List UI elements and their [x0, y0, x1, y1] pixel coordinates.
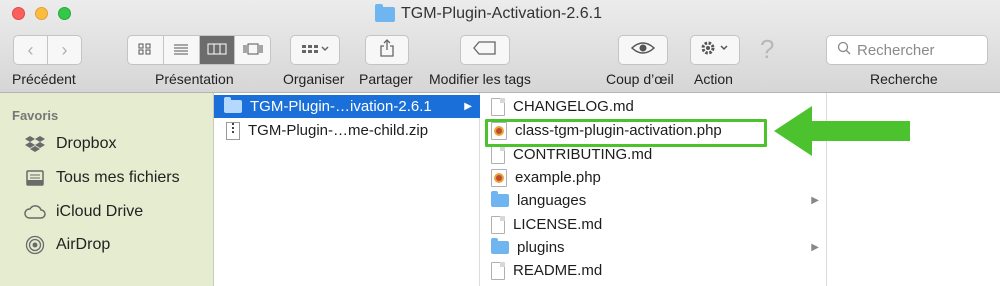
search-label: Recherche: [870, 71, 938, 87]
edit-tags-label: Modifier les tags: [429, 71, 531, 87]
file-name: TGM-Plugin-…me-child.zip: [248, 122, 429, 139]
close-window-button[interactable]: [12, 7, 25, 20]
column-view-button[interactable]: [198, 36, 235, 64]
share-label: Partager: [359, 71, 413, 87]
document-icon: [491, 261, 505, 280]
folder-icon: [491, 191, 509, 207]
sidebar-item-label: AirDrop: [56, 236, 111, 253]
window-title: TGM-Plugin-Activation-2.6.1: [375, 3, 602, 24]
chevron-left-icon: ‹: [27, 39, 34, 60]
eye-icon: [630, 41, 656, 59]
file-name: plugins: [517, 239, 565, 256]
file-name: languages: [517, 192, 587, 209]
browser-column-1: TGM-Plugin-…ivation-2.6.1 ▶ TGM-Plugin-……: [214, 93, 480, 286]
disclosure-arrow-icon: ▶: [811, 195, 819, 206]
folder-icon: [491, 238, 509, 254]
highlight-box: [485, 119, 767, 147]
sidebar-item-label: Dropbox: [56, 135, 117, 152]
search-field[interactable]: [826, 35, 988, 65]
columns-icon: [207, 43, 227, 58]
airdrop-icon: [24, 234, 46, 256]
tag-icon: [473, 41, 497, 59]
sidebar-item-all-files[interactable]: Tous mes fichiers: [24, 165, 180, 191]
help-icon[interactable]: ?: [760, 34, 774, 65]
list-item[interactable]: README.md: [481, 259, 827, 282]
list-item[interactable]: plugins ▶: [481, 236, 827, 259]
all-files-icon: [24, 167, 46, 189]
arrow-left-icon: [774, 106, 910, 156]
gear-icon: [700, 40, 730, 60]
list-item[interactable]: languages ▶: [481, 189, 827, 212]
quick-look-button[interactable]: [618, 35, 668, 65]
minimize-window-button[interactable]: [35, 7, 48, 20]
php-file-icon: [491, 168, 507, 187]
disclosure-arrow-icon: ▶: [811, 242, 819, 253]
cloud-icon: [24, 201, 46, 223]
dropbox-icon: [24, 133, 46, 155]
back-forward-buttons: ‹ ›: [13, 35, 82, 65]
organize-label: Organiser: [283, 71, 345, 87]
folder-icon: [224, 97, 242, 113]
file-name: LICENSE.md: [513, 216, 603, 233]
disclosure-arrow-icon: ▶: [464, 101, 472, 112]
zoom-window-button[interactable]: [58, 7, 71, 20]
view-mode-buttons: [127, 35, 271, 65]
list-item[interactable]: example.php: [481, 166, 827, 189]
gallery-view-button[interactable]: [234, 36, 270, 64]
sidebar-item-airdrop[interactable]: AirDrop: [24, 232, 110, 258]
forward-button[interactable]: ›: [47, 36, 81, 64]
list-view-button[interactable]: [162, 36, 199, 64]
document-icon: [491, 145, 505, 164]
sidebar-header: Favoris: [12, 108, 59, 123]
sidebar-item-label: Tous mes fichiers: [56, 169, 180, 186]
file-name: CONTRIBUTING.md: [513, 146, 653, 163]
search-input[interactable]: [857, 41, 977, 59]
sidebar-item-dropbox[interactable]: Dropbox: [24, 131, 116, 157]
sidebar-item-label: iCloud Drive: [56, 203, 144, 220]
list-item[interactable]: LICENSE.md: [481, 213, 827, 236]
list-item[interactable]: TGM-Plugin-…ivation-2.6.1 ▶: [214, 95, 480, 118]
zip-file-icon: [226, 121, 240, 140]
list-item[interactable]: TGM-Plugin-…me-child.zip: [214, 119, 480, 142]
action-label: Action: [694, 71, 733, 87]
back-label: Précédent: [12, 71, 76, 87]
edit-tags-button[interactable]: [460, 35, 510, 65]
file-name: README.md: [513, 262, 603, 279]
share-button[interactable]: [365, 35, 409, 65]
folder-icon: [375, 3, 395, 22]
quick-look-label: Coup d’œil: [606, 71, 674, 87]
organize-button[interactable]: [290, 35, 340, 65]
icon-view-button[interactable]: [128, 36, 163, 64]
grid-icon: [138, 43, 152, 58]
coverflow-icon: [242, 43, 264, 58]
document-icon: [491, 215, 505, 234]
toolbar: TGM-Plugin-Activation-2.6.1 ‹ › Précéden…: [0, 0, 1000, 93]
window-title-text: TGM-Plugin-Activation-2.6.1: [401, 5, 602, 22]
back-button[interactable]: ‹: [14, 36, 47, 64]
search-icon: [837, 41, 851, 59]
list-icon: [173, 43, 189, 58]
file-name: example.php: [515, 169, 601, 186]
sidebar-item-icloud-drive[interactable]: iCloud Drive: [24, 199, 143, 225]
action-button[interactable]: [690, 35, 740, 65]
file-name: TGM-Plugin-…ivation-2.6.1: [250, 98, 432, 115]
file-name: CHANGELOG.md: [513, 98, 634, 115]
share-icon: [379, 39, 395, 61]
document-icon: [491, 97, 505, 116]
sidebar: Favoris Dropbox Tous mes fichiers iCloud…: [0, 93, 214, 286]
chevron-right-icon: ›: [61, 39, 68, 60]
group-icon: [301, 42, 329, 59]
presentation-label: Présentation: [155, 71, 234, 87]
